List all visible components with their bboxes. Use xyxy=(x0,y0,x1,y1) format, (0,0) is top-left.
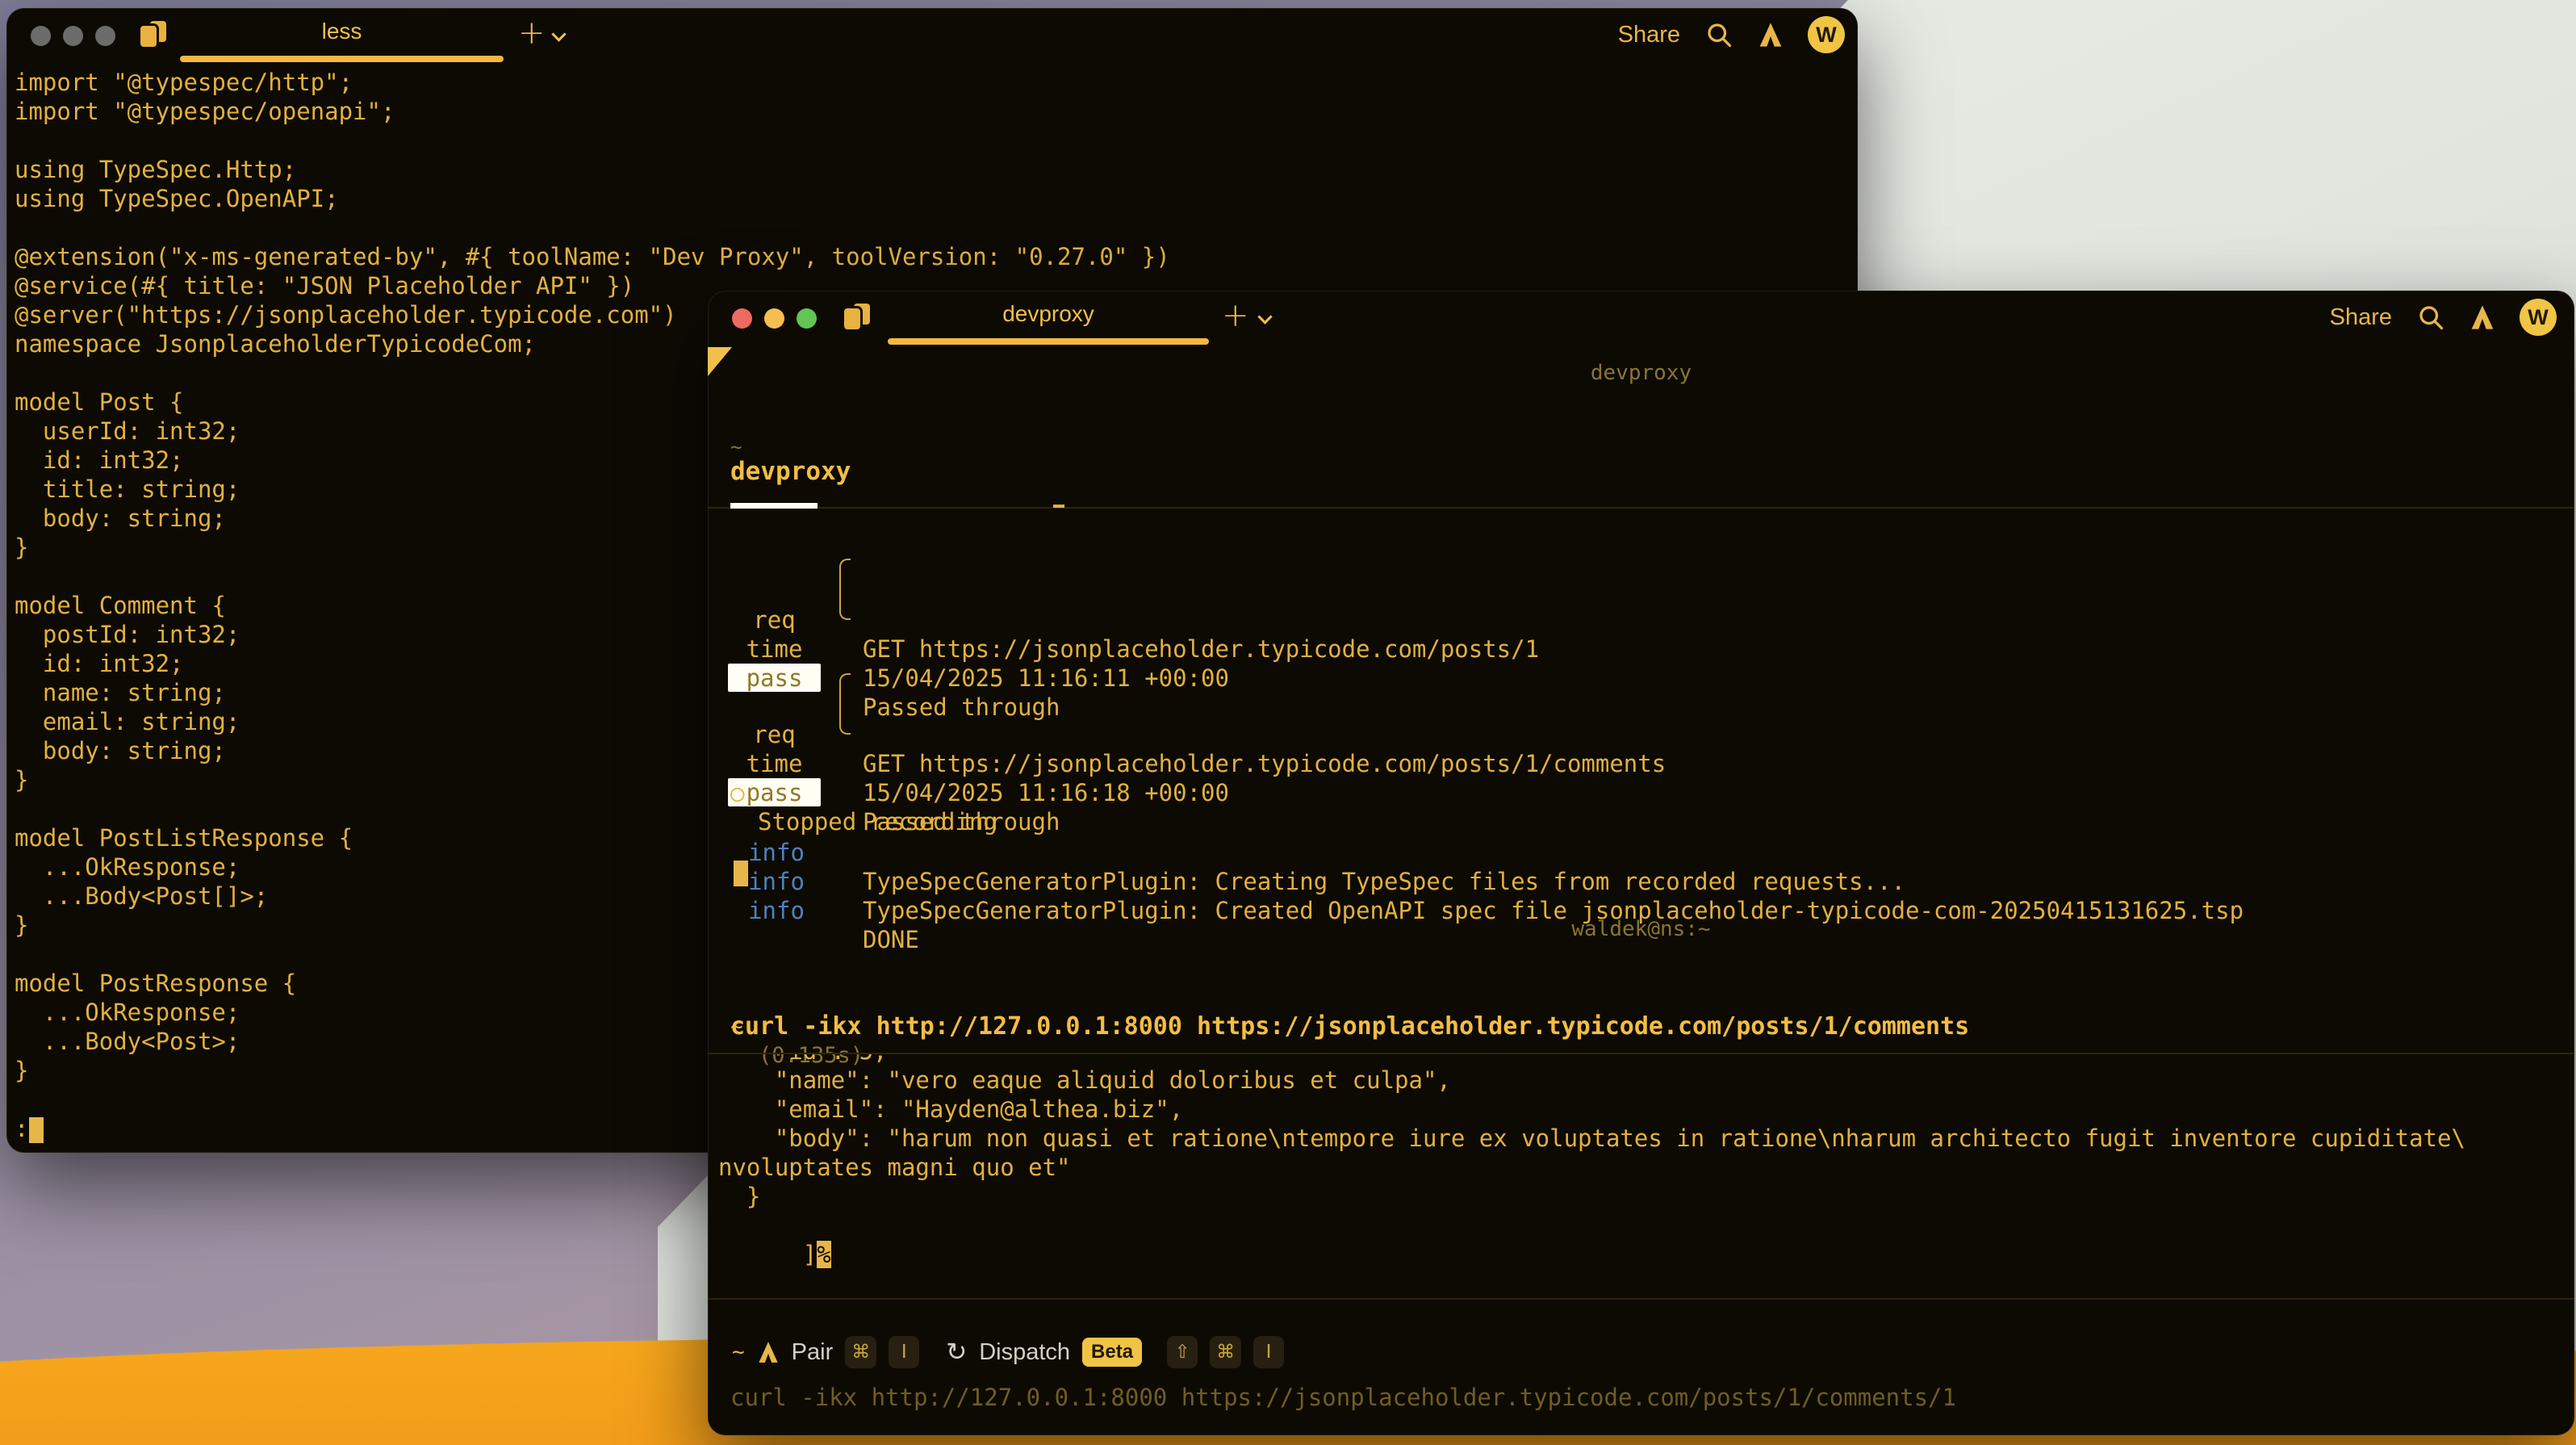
block-header: devproxy xyxy=(708,360,2574,386)
clipped-output-line: "id": 5, xyxy=(718,1054,888,1066)
close-button[interactable] xyxy=(31,26,51,46)
info-row: info TypeSpecGeneratorPlugin: Creating T… xyxy=(708,780,2574,809)
close-button[interactable] xyxy=(732,308,752,329)
block-divider xyxy=(708,507,2574,509)
json-id-line: "id": 5, xyxy=(718,1054,888,1066)
tab-less[interactable]: less xyxy=(180,8,504,61)
tab-devproxy[interactable]: devproxy xyxy=(888,291,1209,344)
pair-button[interactable]: Pair xyxy=(792,1339,834,1366)
json-email-line: "email": "Hayden@althea.biz", xyxy=(718,1095,1183,1124)
search-icon[interactable] xyxy=(2416,303,2445,332)
command-input-suggestion[interactable]: curl -ikx http://127.0.0.1:8000 https://… xyxy=(730,1383,1956,1412)
chevron-down-icon[interactable] xyxy=(1257,309,1272,324)
bracket-decoration xyxy=(839,673,851,735)
shell-exit-marker: % xyxy=(817,1241,830,1268)
info-row: info TypeSpecGeneratorPlugin: Created Op… xyxy=(708,809,2574,838)
info-row: info DONE xyxy=(708,838,2574,867)
zoom-button[interactable] xyxy=(95,26,115,46)
clipped-pass-badge xyxy=(730,503,818,509)
block-divider xyxy=(708,1053,2574,1054)
warp-pair-logo-icon xyxy=(757,1339,780,1365)
window-controls xyxy=(31,26,115,46)
zoom-button[interactable] xyxy=(797,308,817,329)
json-body-wrap-line: nvoluptates magni quo et" xyxy=(718,1153,1071,1182)
clipped-text-fragment xyxy=(1053,505,1064,508)
minimize-button[interactable] xyxy=(764,308,784,329)
dispatch-button[interactable]: Dispatch xyxy=(979,1339,1070,1366)
block-header: waldek@ns:~ xyxy=(708,916,2574,942)
tab-pages-icon[interactable] xyxy=(844,304,873,331)
tab-title: devproxy xyxy=(888,291,1209,337)
prompt-row: ~ (0.135s) xyxy=(708,983,2574,1012)
cursor-block xyxy=(734,861,748,886)
cursor-block xyxy=(29,1117,44,1143)
tab-pages-icon[interactable] xyxy=(140,21,169,48)
tab-title: less xyxy=(180,8,504,55)
dispatch-icon: ↻ xyxy=(946,1338,967,1367)
desktop: less + Share W import "@typespec/http"; … xyxy=(0,0,2576,1445)
window-controls xyxy=(732,308,817,329)
active-tab-underline xyxy=(180,56,504,62)
json-close-brace-line: } xyxy=(718,1182,760,1211)
i-key-icon: I xyxy=(1253,1336,1284,1368)
json-body-line: "body": "harum non quasi et ratione\ntem… xyxy=(718,1124,2465,1153)
shift-key-icon: ⇧ xyxy=(1167,1336,1198,1368)
active-tab-underline xyxy=(888,338,1209,345)
command-devproxy[interactable]: devproxy xyxy=(730,457,851,486)
new-tab-button[interactable]: + xyxy=(1222,297,1249,334)
prompt-symbol: ~ xyxy=(732,1340,745,1364)
share-button[interactable]: Share xyxy=(2330,304,2392,331)
bracket-decoration xyxy=(839,559,851,620)
command-key-icon: ⌘ xyxy=(845,1336,876,1368)
beta-badge: Beta xyxy=(1082,1338,1142,1367)
json-name-line: "name": "vero eaque aliquid doloribus et… xyxy=(718,1066,1451,1095)
titlebar: devproxy + Share W xyxy=(708,291,2574,347)
request-url: GET https://jsonplaceholder.typicode.com… xyxy=(863,635,1539,664)
terminal-window-devproxy: devproxy + Share W devproxy ~ devproxy xyxy=(708,291,2574,1435)
warp-logo-icon[interactable] xyxy=(1758,21,1784,48)
share-button[interactable]: Share xyxy=(1618,22,1680,48)
new-tab-button[interactable]: + xyxy=(518,15,546,52)
avatar[interactable]: W xyxy=(2520,299,2557,336)
i-key-icon: I xyxy=(889,1336,919,1368)
command-curl[interactable]: curl -ikx http://127.0.0.1:8000 https://… xyxy=(730,1012,1969,1041)
avatar[interactable]: W xyxy=(1808,16,1845,53)
close-bracket: ] xyxy=(803,1241,817,1268)
search-icon[interactable] xyxy=(1704,20,1733,49)
warp-logo-icon[interactable] xyxy=(2469,304,2495,331)
bottom-toolbar: ~ Pair ⌘ I ↻ Dispatch Beta ⇧ ⌘ I xyxy=(732,1334,1284,1371)
command-key-icon: ⌘ xyxy=(1210,1336,1241,1368)
info-text: TypeSpecGeneratorPlugin: Creating TypeSp… xyxy=(863,867,1905,896)
minimize-button[interactable] xyxy=(63,26,83,46)
stopped-recording-row: ○ Stopped recording xyxy=(708,749,2574,778)
json-close-bracket-line: ]% xyxy=(718,1211,831,1298)
chevron-down-icon[interactable] xyxy=(551,27,566,41)
input-area-divider xyxy=(708,1298,2574,1300)
titlebar: less + Share W xyxy=(6,8,1858,65)
